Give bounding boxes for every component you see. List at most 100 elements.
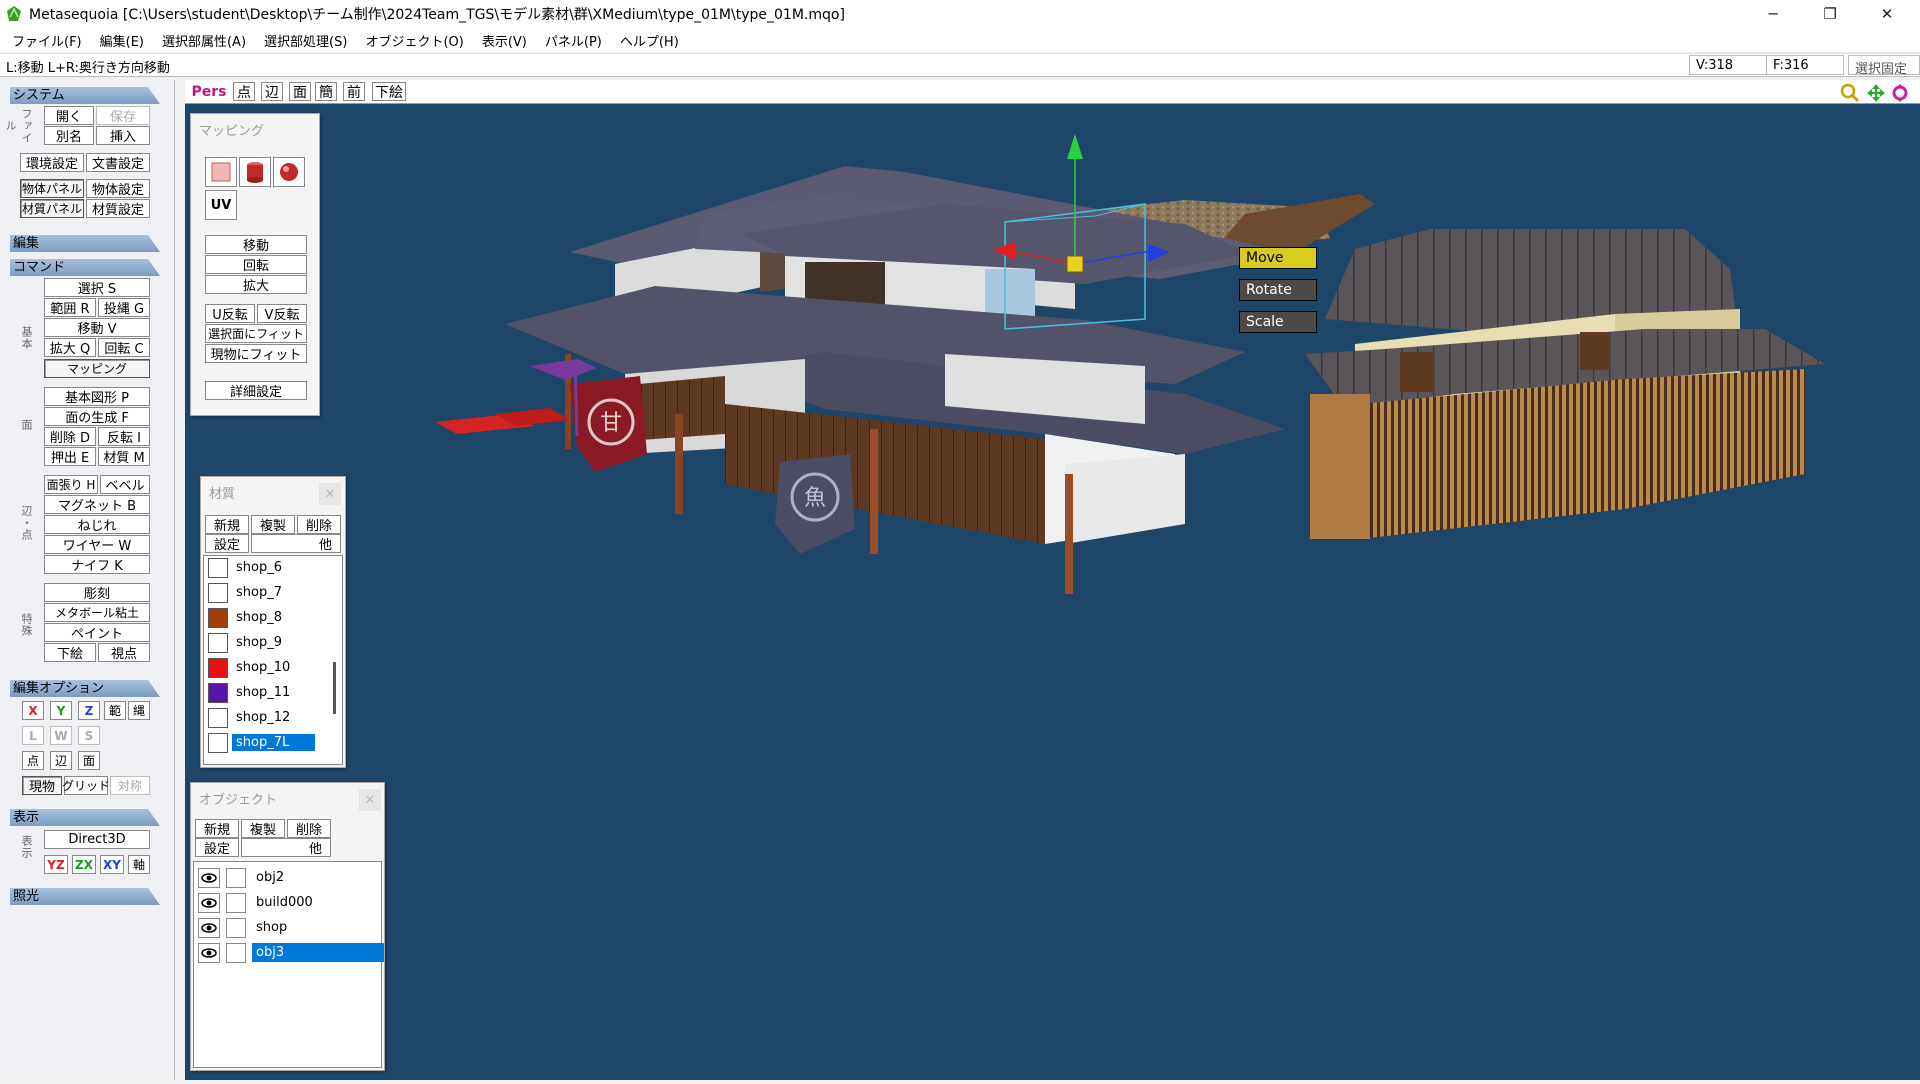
- gizmo-rotate-mode[interactable]: Rotate: [1239, 279, 1317, 301]
- material-new-button[interactable]: 新規: [205, 515, 249, 534]
- material-panel-toggle[interactable]: 材質パネル: [20, 199, 84, 218]
- material-other-button[interactable]: 他: [251, 534, 341, 553]
- material-item[interactable]: shop_12: [204, 706, 324, 729]
- fit-selected-button[interactable]: 選択面にフィット: [205, 324, 307, 343]
- rotate-tool-button[interactable]: 回転 C: [98, 338, 150, 357]
- xy-view-toggle[interactable]: XY: [100, 855, 124, 874]
- material-item[interactable]: shop_8: [204, 606, 324, 629]
- edge-mode-toggle[interactable]: 辺: [50, 751, 72, 770]
- lock-toggle[interactable]: [226, 892, 246, 913]
- object-item-selected[interactable]: obj3: [194, 941, 384, 964]
- show-faces-toggle[interactable]: 面: [289, 82, 311, 101]
- sphere-mapping-button[interactable]: [273, 157, 305, 187]
- front-view-toggle[interactable]: 前: [343, 82, 365, 101]
- twist-tool-button[interactable]: ねじれ: [44, 515, 150, 534]
- mapping-rotate-button[interactable]: 回転: [205, 255, 307, 274]
- scale-tool-button[interactable]: 拡大 Q: [44, 338, 96, 357]
- section-edit[interactable]: 編集: [10, 235, 160, 252]
- screen-toggle[interactable]: S: [78, 726, 100, 745]
- restore-button[interactable]: ❐: [1801, 0, 1859, 28]
- material-copy-button[interactable]: 複製: [251, 515, 295, 534]
- 3d-viewport[interactable]: 甘 魚: [185, 104, 1920, 1080]
- visibility-toggle[interactable]: [198, 867, 220, 888]
- uv-mapping-button[interactable]: UV: [205, 190, 237, 220]
- rotate-view-icon[interactable]: [1890, 83, 1910, 103]
- yz-view-toggle[interactable]: YZ: [44, 855, 68, 874]
- gizmo-move-mode[interactable]: Move: [1239, 247, 1317, 269]
- material-panel-close-button[interactable]: ✕: [319, 483, 341, 505]
- zx-view-toggle[interactable]: ZX: [72, 855, 96, 874]
- mapping-scale-button[interactable]: 拡大: [205, 275, 307, 294]
- section-lighting[interactable]: 照光: [10, 888, 160, 905]
- cylinder-mapping-button[interactable]: [239, 157, 271, 187]
- doc-settings-button[interactable]: 文書設定: [86, 153, 150, 172]
- material-tool-button[interactable]: 材質 M: [98, 447, 150, 466]
- object-settings-button[interactable]: 設定: [195, 838, 239, 857]
- insert-button[interactable]: 挿入: [96, 126, 150, 145]
- save-button[interactable]: 保存: [96, 106, 150, 125]
- plane-mapping-button[interactable]: [205, 157, 237, 187]
- extrude-tool-button[interactable]: 押出 E: [44, 447, 96, 466]
- face-mode-toggle[interactable]: 面: [78, 751, 100, 770]
- object-settings-button[interactable]: 物体設定: [86, 179, 150, 198]
- gizmo-y-arrow-icon[interactable]: [1067, 134, 1083, 159]
- fit-object-button[interactable]: 現物にフィット: [205, 344, 307, 363]
- stretch-tool-button[interactable]: 面張り H: [44, 475, 98, 494]
- menu-selection-attr[interactable]: 選択部属性(A): [153, 31, 255, 50]
- mapping-move-button[interactable]: 移動: [205, 235, 307, 254]
- bevel-tool-button[interactable]: ベベル: [100, 475, 150, 494]
- env-settings-button[interactable]: 環境設定: [20, 153, 84, 172]
- material-item[interactable]: shop_9: [204, 631, 324, 654]
- section-command[interactable]: コマンド: [10, 259, 160, 276]
- object-item[interactable]: shop: [194, 916, 384, 939]
- invert-tool-button[interactable]: 反転 I: [98, 427, 150, 446]
- point-mode-toggle[interactable]: 点: [22, 751, 44, 770]
- lasso-tool-button[interactable]: 投縄 G: [98, 298, 150, 317]
- material-item[interactable]: shop_7: [204, 581, 324, 604]
- menu-view[interactable]: 表示(V): [473, 31, 536, 50]
- menu-help[interactable]: ヘルプ(H): [611, 31, 688, 50]
- material-settings-button[interactable]: 設定: [205, 534, 249, 553]
- direct3d-button[interactable]: Direct3D: [44, 830, 150, 849]
- wire-tool-button[interactable]: ワイヤー W: [44, 535, 150, 554]
- magnet-tool-button[interactable]: マグネット B: [44, 495, 150, 514]
- select-lock-toggle[interactable]: 選択固定: [1848, 55, 1920, 77]
- menu-edit[interactable]: 編集(E): [91, 31, 153, 50]
- grid-toggle[interactable]: グリッド: [62, 776, 110, 795]
- visibility-toggle[interactable]: [198, 942, 220, 963]
- section-display[interactable]: 表示: [10, 809, 160, 826]
- mapping-tool-button[interactable]: マッピング: [44, 359, 150, 378]
- material-list-scrollbar[interactable]: [333, 662, 336, 714]
- minimize-button[interactable]: ─: [1744, 0, 1802, 28]
- pan-icon[interactable]: [1866, 83, 1886, 103]
- simple-display-toggle[interactable]: 簡: [315, 82, 337, 101]
- material-list[interactable]: shop_6 shop_7 shop_8 shop_9 shop_10 shop…: [203, 555, 343, 765]
- material-item[interactable]: shop_10: [204, 656, 324, 679]
- underlay-toggle[interactable]: 下絵: [372, 82, 406, 101]
- v-flip-button[interactable]: V反転: [257, 304, 307, 323]
- select-tool-button[interactable]: 選択 S: [44, 278, 150, 297]
- material-item-selected[interactable]: shop_7L: [204, 731, 324, 754]
- local-toggle[interactable]: L: [22, 726, 44, 745]
- zoom-icon[interactable]: [1840, 83, 1860, 103]
- material-item[interactable]: shop_11: [204, 681, 324, 704]
- menu-object[interactable]: オブジェクト(O): [356, 31, 472, 50]
- object-panel-close-button[interactable]: ✕: [359, 789, 381, 811]
- paint-tool-button[interactable]: ペイント: [44, 623, 150, 642]
- axis-x-toggle[interactable]: X: [22, 701, 44, 720]
- axis-display-toggle[interactable]: 軸: [128, 855, 150, 874]
- object-copy-button[interactable]: 複製: [241, 819, 285, 838]
- save-as-button[interactable]: 別名: [44, 126, 94, 145]
- lock-toggle[interactable]: [226, 942, 246, 963]
- range-option-toggle[interactable]: 範: [104, 701, 126, 720]
- gizmo-scale-mode[interactable]: Scale: [1239, 311, 1317, 333]
- u-flip-button[interactable]: U反転: [205, 304, 255, 323]
- object-panel-toggle[interactable]: 物体パネル: [20, 179, 84, 198]
- sculpt-tool-button[interactable]: 彫刻: [44, 583, 150, 602]
- menu-file[interactable]: ファイル(F): [3, 31, 91, 50]
- create-face-button[interactable]: 面の生成 F: [44, 407, 150, 426]
- axis-y-toggle[interactable]: Y: [50, 701, 72, 720]
- current-object-toggle[interactable]: 現物: [22, 776, 62, 795]
- knife-tool-button[interactable]: ナイフ K: [44, 555, 150, 574]
- object-item[interactable]: obj2: [194, 866, 384, 889]
